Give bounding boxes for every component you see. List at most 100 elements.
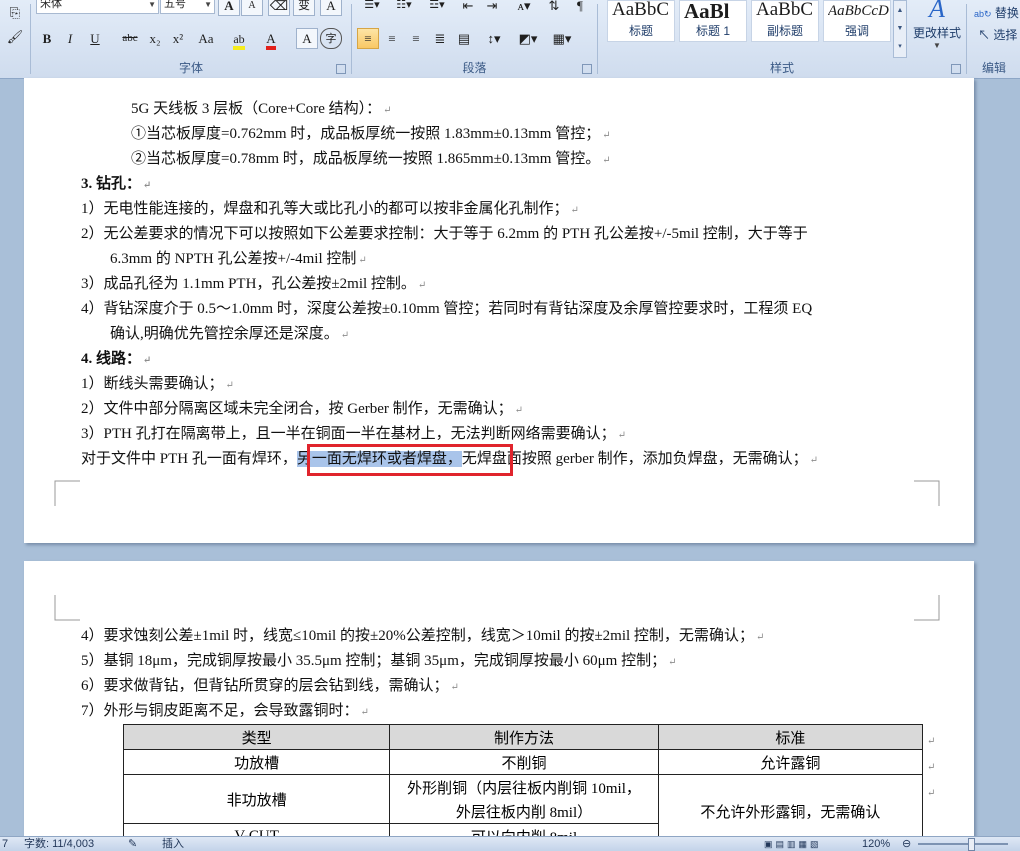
font-name-box[interactable]: 宋体 ▼ [36, 0, 159, 14]
text-run: 4. 线路： [81, 351, 142, 367]
bullets-icon[interactable]: ☰▾ [357, 0, 387, 16]
multilevel-list-icon[interactable]: ☲▾ [421, 0, 453, 16]
increase-indent-icon[interactable]: ⇥ [481, 0, 503, 16]
cursor-icon: ↖ [978, 28, 991, 42]
font-color-label: A [266, 31, 276, 50]
subscript-button[interactable]: x₂ [144, 28, 166, 49]
change-styles-button[interactable]: A 更改样式 ▼ [913, 0, 961, 50]
decrease-indent-icon[interactable]: ⇤ [457, 0, 479, 16]
clear-format-button[interactable]: ⌫ [268, 0, 290, 16]
document-page-2[interactable]: 4）要求蚀刻公差±1mil 时，线宽≤10mil 的按±20%公差控制，线宽＞1… [24, 561, 974, 851]
copy-icon[interactable]: ⎘ [4, 2, 26, 23]
font-dialog-launcher-icon[interactable] [336, 64, 346, 74]
text-run: 3. 钻孔： [81, 176, 142, 192]
highlight-color-button[interactable]: ab [226, 28, 252, 50]
styles-dialog-launcher-icon[interactable] [951, 64, 961, 74]
change-case-button[interactable]: Aa [192, 28, 220, 49]
line-spacing-icon[interactable]: ↕▾ [479, 28, 509, 49]
style-name: 标题 1 [695, 24, 730, 38]
document-page-1[interactable]: 5G 天线板 3 层板（Core+Core 结构）： ↵ ①当芯板厚度=0.762… [24, 78, 974, 543]
zoom-slider[interactable] [918, 843, 1008, 845]
subscript-label: x₂ [149, 31, 161, 46]
shading-icon[interactable]: ◩▾ [513, 28, 543, 49]
superscript-button[interactable]: x² [167, 28, 189, 49]
text-run: 2）文件中部分隔离区域未完全闭合，按 Gerber 制作，无需确认； [81, 401, 513, 417]
crop-mark-bottom-left [54, 480, 80, 506]
paragraph-group-label: 段落 [462, 61, 487, 75]
italic-button[interactable]: I [59, 28, 81, 49]
style-card-subtitle[interactable]: AaBbC 副标题 [751, 0, 819, 42]
paragraph: 1）断线头需要确认； ↵ [81, 374, 234, 396]
paragraph-mark: ↵ [514, 405, 524, 416]
phonetic-guide-label: 变 [297, 0, 310, 12]
chinese-layout-icon[interactable]: ᴀ▾ [509, 0, 539, 16]
replace-button[interactable]: ab↻ 替换 [974, 4, 1019, 21]
char-border-label: A [326, 0, 336, 13]
table-header-cell: 类型 [122, 724, 391, 750]
style-card-title[interactable]: AaBbC 标题 [607, 0, 675, 42]
view-buttons-icon[interactable]: ▣▤▥▦▧ [764, 837, 822, 851]
font-size-box[interactable]: 五号 ▼ [160, 0, 215, 14]
grow-font-label: A [224, 0, 234, 13]
align-right-icon[interactable]: ≡ [405, 28, 427, 49]
paragraph-group: ☰▾ ☷▾ ☲▾ ⇤ ⇥ ᴀ▾ ⇅ ¶ ≡ ≡ ≡ ≣ ▤ ↕▾ ◩▾ ▦▾ 段… [353, 0, 596, 78]
style-preview: AaBbCcD [828, 3, 889, 19]
align-center-icon[interactable]: ≡ [381, 28, 403, 49]
section-heading: 4. 线路： ↵ [81, 349, 151, 371]
strikethrough-button[interactable]: abc [116, 28, 144, 49]
crop-mark-top-right [914, 595, 940, 621]
grow-font-button[interactable]: A [218, 0, 240, 16]
bold-button[interactable]: B [36, 28, 58, 49]
paragraph-mark: ↵ [809, 455, 819, 466]
strikethrough-label: abc [122, 32, 138, 44]
highlight-annotation-box [307, 444, 513, 476]
style-preview: AaBbC [612, 0, 669, 20]
paragraph: 6.3mm 的 NPTH 孔公差按+/-4mil 控制 ↵ [110, 249, 367, 271]
paragraph-mark: ↵ [617, 430, 626, 441]
paragraph-mark: ↵ [570, 205, 579, 216]
text-run: 7）外形与铜皮距离不足，会导致露铜时： [81, 703, 359, 719]
underline-button[interactable]: U [84, 28, 106, 49]
styles-group-label: 样式 [769, 61, 794, 75]
style-card-heading1[interactable]: AaBl 标题 1 [679, 0, 747, 42]
shrink-font-button[interactable]: A [241, 0, 263, 16]
justify-icon[interactable]: ≣ [429, 28, 451, 49]
zoom-slider-thumb[interactable] [968, 838, 975, 851]
row-end-mark: ↵ [927, 788, 936, 799]
text-run: 无焊盘面按照 gerber 制作，添加负焊盘，无需确认； [461, 451, 808, 467]
distributed-icon[interactable]: ▤ [453, 28, 475, 49]
show-marks-icon[interactable]: ¶ [569, 0, 591, 16]
paragraph-mark: ↵ [668, 657, 677, 668]
zoom-level[interactable]: 120% [862, 837, 890, 851]
styles-scroll-icon[interactable]: ▲ ▼ ▾ [893, 0, 907, 58]
font-color-button[interactable]: A [260, 28, 282, 50]
char-shading-button[interactable]: A [296, 28, 318, 49]
insert-mode[interactable]: 插入 [162, 837, 184, 851]
word-count[interactable]: 字数: 11/4,003 [24, 837, 94, 851]
char-border-button[interactable]: A [320, 0, 342, 16]
page-indicator[interactable]: 7 [2, 837, 8, 851]
table-cell: 功放槽 [122, 749, 391, 775]
zoom-out-icon[interactable]: ⊖ [902, 837, 911, 851]
borders-icon[interactable]: ▦▾ [547, 28, 577, 49]
proofing-icon[interactable]: ✎ [128, 837, 137, 851]
styles-group: AaBbC 标题 AaBl 标题 1 AaBbC 副标题 AaBbCcD 强调 … [599, 0, 965, 78]
style-card-emphasis[interactable]: AaBbCcD 强调 [823, 0, 891, 42]
phonetic-guide-button[interactable]: 变 [293, 0, 315, 16]
numbering-icon[interactable]: ☷▾ [389, 0, 419, 16]
paragraph-mark: ↵ [358, 255, 367, 266]
select-button[interactable]: ↖ 选择 [978, 26, 1017, 43]
paragraph: 2）无公差要求的情况下可以按照如下公差要求控制：大于等于 6.2mm 的 PTH… [81, 224, 808, 244]
section-heading: 3. 钻孔： ↵ [81, 174, 151, 196]
sort-icon[interactable]: ⇅ [543, 0, 565, 16]
format-painter-icon[interactable]: 🖌 [4, 26, 26, 47]
paragraph-dialog-launcher-icon[interactable] [582, 64, 592, 74]
align-left-icon[interactable]: ≡ [357, 28, 379, 49]
paragraph-mark: ↵ [450, 682, 459, 693]
style-preview: AaBbC [756, 0, 813, 20]
enclose-char-button[interactable]: 字 [320, 28, 342, 49]
chevron-down-icon: ▼ [204, 0, 212, 9]
paragraph-mark: ↵ [143, 180, 152, 191]
style-name: 标题 [628, 24, 653, 38]
text-run: 6）要求做背钻，但背钻所贯穿的层会钻到线，需确认； [81, 678, 449, 694]
